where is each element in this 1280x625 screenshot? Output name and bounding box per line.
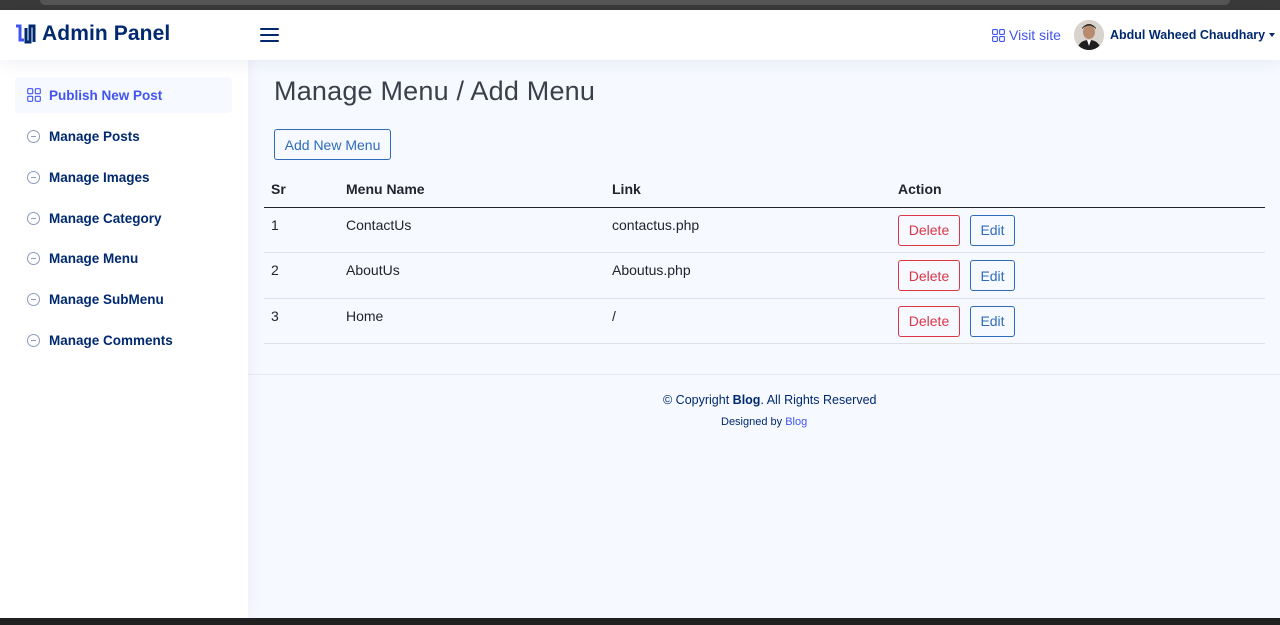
menu-table: Sr Menu Name Link Action 1 ContactUs con… xyxy=(264,172,1265,344)
copyright-text: © Copyright Blog. All Rights Reserved xyxy=(663,393,876,407)
grid-icon xyxy=(992,28,1005,42)
sidebar-item-label: Manage Comments xyxy=(49,332,173,348)
caret-down-icon xyxy=(1269,33,1276,37)
sidebar-item-manage-images[interactable]: Manage Images xyxy=(15,159,232,195)
top-header: Admin Panel Visit site Abdul Waheed Chau… xyxy=(0,10,1280,60)
sidebar-item-label: Manage Menu xyxy=(49,250,139,266)
cell-sr: 1 xyxy=(264,207,339,253)
sidebar-item-manage-menu[interactable]: Manage Menu xyxy=(15,240,232,276)
circle-minus-icon xyxy=(27,129,40,143)
delete-button[interactable]: Delete xyxy=(898,305,960,337)
column-header-sr: Sr xyxy=(264,172,339,208)
grid-icon xyxy=(27,88,41,102)
sidebar-item-publish-new-post[interactable]: Publish New Post xyxy=(15,77,232,113)
cell-action: Delete Edit xyxy=(891,298,1265,344)
sidebar-item-label: Publish New Post xyxy=(49,87,163,103)
delete-button[interactable]: Delete xyxy=(898,214,960,246)
brand-name: Admin Panel xyxy=(42,22,171,45)
avatar-image xyxy=(1074,20,1104,50)
hamburger-line xyxy=(260,34,279,36)
footer-divider xyxy=(248,374,1280,375)
cell-link: contactus.php xyxy=(605,207,891,253)
cell-menu-name: AboutUs xyxy=(339,252,605,299)
cell-link: Aboutus.php xyxy=(605,252,891,299)
column-header-action: Action xyxy=(891,172,1265,208)
sidebar-item-label: Manage Category xyxy=(49,210,162,226)
taskbar xyxy=(0,618,1280,625)
sidebar-item-manage-posts[interactable]: Manage Posts xyxy=(15,118,232,154)
sidebar-item-label: Manage Images xyxy=(49,169,150,185)
sidebar-toggle-button[interactable] xyxy=(260,27,280,43)
table-row: 2 AboutUs Aboutus.php Delete Edit xyxy=(264,252,1265,299)
copyright-suffix: . All Rights Reserved xyxy=(760,393,877,407)
copyright-prefix: © Copyright xyxy=(663,393,730,407)
logo-mark-icon xyxy=(16,24,36,44)
cell-menu-name: Home xyxy=(339,298,605,344)
designed-by-link[interactable]: Blog xyxy=(785,416,807,428)
column-header-menu-name: Menu Name xyxy=(339,172,605,208)
window-top-bar xyxy=(0,0,1280,10)
window-top-cap xyxy=(40,0,1230,5)
circle-minus-icon xyxy=(27,333,40,347)
user-dropdown[interactable]: Abdul Waheed Chaudhary xyxy=(1110,28,1276,42)
copyright-brand: Blog xyxy=(732,393,761,407)
table-row: 1 ContactUs contactus.php Delete Edit xyxy=(264,207,1265,253)
credits-text: Designed by Blog xyxy=(721,416,807,428)
sidebar: Publish New Post Manage Posts Manage Ima… xyxy=(0,60,248,618)
hamburger-line xyxy=(260,40,279,42)
avatar[interactable] xyxy=(1074,20,1104,50)
cell-menu-name: ContactUs xyxy=(339,207,605,253)
add-new-menu-button[interactable]: Add New Menu xyxy=(274,129,391,160)
designed-by-label: Designed by xyxy=(721,416,783,428)
edit-button[interactable]: Edit xyxy=(970,214,1015,246)
table-header-row: Sr Menu Name Link Action xyxy=(264,172,1265,208)
sidebar-item-manage-category[interactable]: Manage Category xyxy=(15,200,232,236)
hamburger-line xyxy=(260,28,279,30)
visit-site-label: Visit site xyxy=(1009,27,1061,43)
cell-action: Delete Edit xyxy=(891,207,1265,253)
circle-minus-icon xyxy=(27,292,40,306)
cell-action: Delete Edit xyxy=(891,252,1265,299)
sidebar-item-manage-comments[interactable]: Manage Comments xyxy=(15,322,232,358)
delete-button[interactable]: Delete xyxy=(898,260,960,291)
edit-button[interactable]: Edit xyxy=(970,305,1015,337)
circle-minus-icon xyxy=(27,170,40,184)
circle-minus-icon xyxy=(27,251,40,265)
page-title: Manage Menu / Add Menu xyxy=(274,76,596,106)
circle-minus-icon xyxy=(27,211,40,225)
cell-sr: 3 xyxy=(264,298,339,344)
visit-site-link[interactable]: Visit site xyxy=(992,27,1061,43)
column-header-link: Link xyxy=(605,172,891,208)
sidebar-item-manage-submenu[interactable]: Manage SubMenu xyxy=(15,281,232,317)
user-name: Abdul Waheed Chaudhary xyxy=(1110,28,1266,42)
logo[interactable]: Admin Panel xyxy=(14,22,170,46)
sidebar-item-label: Manage Posts xyxy=(49,128,140,144)
table-row: 3 Home / Delete Edit xyxy=(264,298,1265,344)
edit-button[interactable]: Edit xyxy=(970,260,1015,291)
cell-link: / xyxy=(605,298,891,344)
cell-sr: 2 xyxy=(264,252,339,299)
sidebar-item-label: Manage SubMenu xyxy=(49,291,164,307)
